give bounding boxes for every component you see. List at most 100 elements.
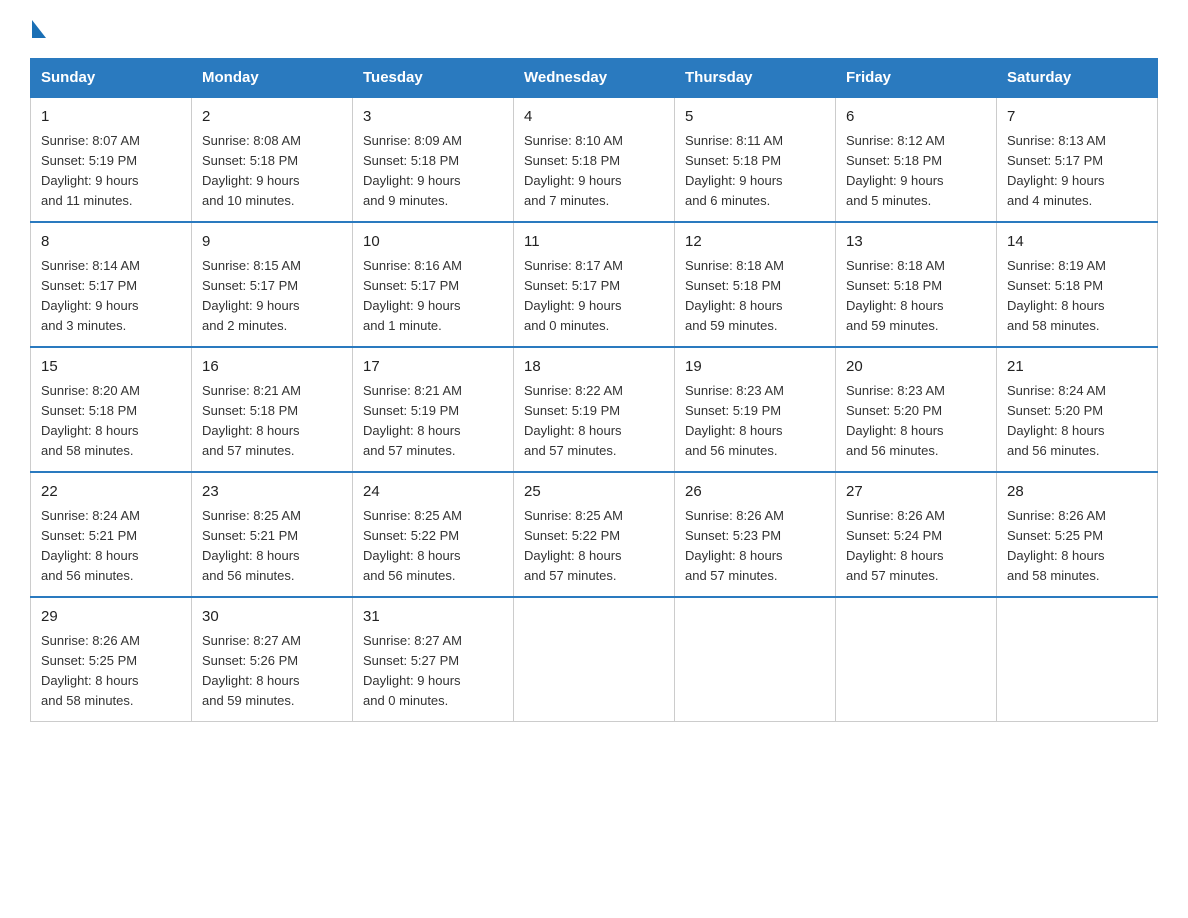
day-info: Sunrise: 8:22 AMSunset: 5:19 PMDaylight:…	[524, 381, 664, 462]
calendar-cell: 21Sunrise: 8:24 AMSunset: 5:20 PMDayligh…	[997, 347, 1158, 472]
day-info: Sunrise: 8:16 AMSunset: 5:17 PMDaylight:…	[363, 256, 503, 337]
day-info: Sunrise: 8:15 AMSunset: 5:17 PMDaylight:…	[202, 256, 342, 337]
calendar-week-row: 8Sunrise: 8:14 AMSunset: 5:17 PMDaylight…	[31, 222, 1158, 347]
day-info: Sunrise: 8:26 AMSunset: 5:25 PMDaylight:…	[1007, 506, 1147, 587]
calendar-cell: 30Sunrise: 8:27 AMSunset: 5:26 PMDayligh…	[192, 597, 353, 722]
calendar-cell: 2Sunrise: 8:08 AMSunset: 5:18 PMDaylight…	[192, 97, 353, 222]
calendar-cell: 5Sunrise: 8:11 AMSunset: 5:18 PMDaylight…	[675, 97, 836, 222]
day-number: 19	[685, 356, 825, 379]
day-of-week-header: Thursday	[675, 59, 836, 98]
calendar-cell: 3Sunrise: 8:09 AMSunset: 5:18 PMDaylight…	[353, 97, 514, 222]
day-number: 1	[41, 106, 181, 129]
day-of-week-header: Wednesday	[514, 59, 675, 98]
day-info: Sunrise: 8:20 AMSunset: 5:18 PMDaylight:…	[41, 381, 181, 462]
calendar-cell: 13Sunrise: 8:18 AMSunset: 5:18 PMDayligh…	[836, 222, 997, 347]
day-number: 23	[202, 481, 342, 504]
calendar-week-row: 29Sunrise: 8:26 AMSunset: 5:25 PMDayligh…	[31, 597, 1158, 722]
day-info: Sunrise: 8:17 AMSunset: 5:17 PMDaylight:…	[524, 256, 664, 337]
calendar-cell: 8Sunrise: 8:14 AMSunset: 5:17 PMDaylight…	[31, 222, 192, 347]
day-number: 3	[363, 106, 503, 129]
day-number: 10	[363, 231, 503, 254]
calendar-cell	[514, 597, 675, 722]
calendar-cell	[997, 597, 1158, 722]
calendar-cell: 17Sunrise: 8:21 AMSunset: 5:19 PMDayligh…	[353, 347, 514, 472]
calendar-cell: 26Sunrise: 8:26 AMSunset: 5:23 PMDayligh…	[675, 472, 836, 597]
day-info: Sunrise: 8:26 AMSunset: 5:24 PMDaylight:…	[846, 506, 986, 587]
calendar-week-row: 22Sunrise: 8:24 AMSunset: 5:21 PMDayligh…	[31, 472, 1158, 597]
page-header	[30, 20, 1158, 38]
day-number: 8	[41, 231, 181, 254]
day-number: 13	[846, 231, 986, 254]
day-number: 15	[41, 356, 181, 379]
logo-arrow-icon	[32, 20, 46, 38]
day-number: 14	[1007, 231, 1147, 254]
day-number: 5	[685, 106, 825, 129]
day-number: 11	[524, 231, 664, 254]
calendar-cell: 19Sunrise: 8:23 AMSunset: 5:19 PMDayligh…	[675, 347, 836, 472]
day-number: 12	[685, 231, 825, 254]
calendar-cell: 29Sunrise: 8:26 AMSunset: 5:25 PMDayligh…	[31, 597, 192, 722]
day-of-week-header: Friday	[836, 59, 997, 98]
day-info: Sunrise: 8:23 AMSunset: 5:19 PMDaylight:…	[685, 381, 825, 462]
day-number: 25	[524, 481, 664, 504]
calendar-cell: 6Sunrise: 8:12 AMSunset: 5:18 PMDaylight…	[836, 97, 997, 222]
day-info: Sunrise: 8:25 AMSunset: 5:22 PMDaylight:…	[363, 506, 503, 587]
calendar-cell	[836, 597, 997, 722]
calendar-cell: 18Sunrise: 8:22 AMSunset: 5:19 PMDayligh…	[514, 347, 675, 472]
day-info: Sunrise: 8:25 AMSunset: 5:22 PMDaylight:…	[524, 506, 664, 587]
day-info: Sunrise: 8:11 AMSunset: 5:18 PMDaylight:…	[685, 131, 825, 212]
day-info: Sunrise: 8:19 AMSunset: 5:18 PMDaylight:…	[1007, 256, 1147, 337]
calendar-cell: 22Sunrise: 8:24 AMSunset: 5:21 PMDayligh…	[31, 472, 192, 597]
days-header-row: SundayMondayTuesdayWednesdayThursdayFrid…	[31, 59, 1158, 98]
day-info: Sunrise: 8:07 AMSunset: 5:19 PMDaylight:…	[41, 131, 181, 212]
logo	[30, 20, 46, 38]
day-number: 29	[41, 606, 181, 629]
day-of-week-header: Monday	[192, 59, 353, 98]
day-number: 7	[1007, 106, 1147, 129]
day-info: Sunrise: 8:09 AMSunset: 5:18 PMDaylight:…	[363, 131, 503, 212]
calendar-cell: 20Sunrise: 8:23 AMSunset: 5:20 PMDayligh…	[836, 347, 997, 472]
day-info: Sunrise: 8:18 AMSunset: 5:18 PMDaylight:…	[846, 256, 986, 337]
day-info: Sunrise: 8:10 AMSunset: 5:18 PMDaylight:…	[524, 131, 664, 212]
day-info: Sunrise: 8:08 AMSunset: 5:18 PMDaylight:…	[202, 131, 342, 212]
day-number: 31	[363, 606, 503, 629]
day-number: 21	[1007, 356, 1147, 379]
day-number: 4	[524, 106, 664, 129]
calendar-cell: 15Sunrise: 8:20 AMSunset: 5:18 PMDayligh…	[31, 347, 192, 472]
day-info: Sunrise: 8:27 AMSunset: 5:26 PMDaylight:…	[202, 631, 342, 712]
day-number: 18	[524, 356, 664, 379]
day-number: 6	[846, 106, 986, 129]
calendar-cell: 25Sunrise: 8:25 AMSunset: 5:22 PMDayligh…	[514, 472, 675, 597]
day-number: 2	[202, 106, 342, 129]
day-info: Sunrise: 8:14 AMSunset: 5:17 PMDaylight:…	[41, 256, 181, 337]
day-info: Sunrise: 8:25 AMSunset: 5:21 PMDaylight:…	[202, 506, 342, 587]
calendar-table: SundayMondayTuesdayWednesdayThursdayFrid…	[30, 58, 1158, 722]
day-info: Sunrise: 8:24 AMSunset: 5:21 PMDaylight:…	[41, 506, 181, 587]
day-of-week-header: Saturday	[997, 59, 1158, 98]
day-number: 17	[363, 356, 503, 379]
calendar-cell: 4Sunrise: 8:10 AMSunset: 5:18 PMDaylight…	[514, 97, 675, 222]
calendar-cell: 1Sunrise: 8:07 AMSunset: 5:19 PMDaylight…	[31, 97, 192, 222]
calendar-cell: 28Sunrise: 8:26 AMSunset: 5:25 PMDayligh…	[997, 472, 1158, 597]
calendar-cell: 23Sunrise: 8:25 AMSunset: 5:21 PMDayligh…	[192, 472, 353, 597]
day-info: Sunrise: 8:12 AMSunset: 5:18 PMDaylight:…	[846, 131, 986, 212]
calendar-week-row: 15Sunrise: 8:20 AMSunset: 5:18 PMDayligh…	[31, 347, 1158, 472]
calendar-cell: 10Sunrise: 8:16 AMSunset: 5:17 PMDayligh…	[353, 222, 514, 347]
day-number: 26	[685, 481, 825, 504]
day-info: Sunrise: 8:27 AMSunset: 5:27 PMDaylight:…	[363, 631, 503, 712]
day-number: 27	[846, 481, 986, 504]
day-of-week-header: Tuesday	[353, 59, 514, 98]
day-number: 24	[363, 481, 503, 504]
day-info: Sunrise: 8:26 AMSunset: 5:25 PMDaylight:…	[41, 631, 181, 712]
calendar-cell: 9Sunrise: 8:15 AMSunset: 5:17 PMDaylight…	[192, 222, 353, 347]
calendar-week-row: 1Sunrise: 8:07 AMSunset: 5:19 PMDaylight…	[31, 97, 1158, 222]
day-number: 9	[202, 231, 342, 254]
day-info: Sunrise: 8:13 AMSunset: 5:17 PMDaylight:…	[1007, 131, 1147, 212]
day-of-week-header: Sunday	[31, 59, 192, 98]
day-number: 22	[41, 481, 181, 504]
calendar-cell: 12Sunrise: 8:18 AMSunset: 5:18 PMDayligh…	[675, 222, 836, 347]
day-info: Sunrise: 8:23 AMSunset: 5:20 PMDaylight:…	[846, 381, 986, 462]
day-info: Sunrise: 8:21 AMSunset: 5:19 PMDaylight:…	[363, 381, 503, 462]
calendar-cell: 11Sunrise: 8:17 AMSunset: 5:17 PMDayligh…	[514, 222, 675, 347]
calendar-cell	[675, 597, 836, 722]
